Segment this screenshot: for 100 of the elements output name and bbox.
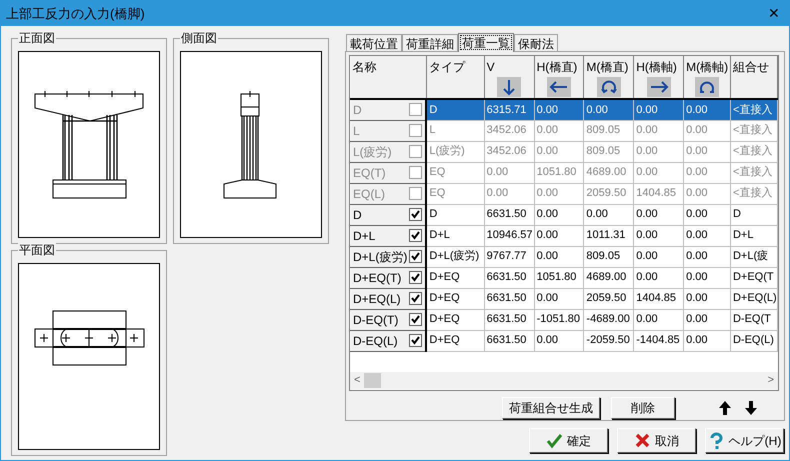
row-header[interactable]: D [350,204,426,225]
table-cell: 0.00 [534,330,584,351]
table-cell: 0.00 [684,330,730,351]
checkbox[interactable] [409,292,422,305]
table-cell: 6631.50 [484,267,534,288]
table-cell: 0.00 [484,183,534,204]
table-cell: 0.00 [634,204,684,225]
row-name: D [353,102,362,119]
table-cell: 0.00 [684,204,730,225]
table-cell: 6315.71 [484,99,534,120]
table-cell: 3452.06 [484,120,534,141]
header-label: H(橋軸) [635,59,678,76]
header-label: M(橋軸) [685,59,730,76]
table-cell: 0.00 [684,120,730,141]
checkbox[interactable] [409,250,422,263]
table-cell: D+EQ(L) [730,288,778,309]
cancel-button[interactable]: 取消 [617,428,696,453]
table-cell: -4689.00 [584,309,634,330]
table-cell: 1011.31 [584,225,634,246]
row-name: D-EQ(T) [353,312,398,328]
table-cell: <直接入 [730,162,778,183]
table-cell: EQ [426,183,484,204]
group-title: 正面図 [18,31,56,45]
table-cell: 3452.06 [484,141,534,162]
row-name: D+EQ(T) [353,270,402,286]
table-cell: 4689.00 [584,162,634,183]
table-cell: 809.05 [584,120,634,141]
table-cell: 0.00 [684,141,730,162]
table-cell: D+L(疲 [730,246,778,267]
ok-button[interactable]: 確定 [529,428,608,453]
cross-icon [634,432,651,449]
tab[interactable]: 荷重一覧 [458,33,514,52]
tab[interactable]: 保耐法 [514,34,558,51]
checkbox[interactable] [409,334,422,347]
table-cell: 0.00 [634,162,684,183]
table-cell: 10946.57 [484,225,534,246]
table-cell: D+EQ [426,309,484,330]
table-cell: -1404.85 [634,330,684,351]
window-title: 上部工反力の入力(橋脚) [6,4,145,23]
table-cell: 0.00 [634,99,684,120]
table-cell: 0.00 [584,204,634,225]
table-cell: 0.00 [684,162,730,183]
table-cell: 1404.85 [634,183,684,204]
table-cell: 809.05 [584,141,634,162]
row-name: D+L [353,228,376,244]
up-arrow-icon[interactable] [719,401,731,415]
table-cell: 0.00 [534,204,584,225]
row-name: L(疲労) [353,144,392,160]
table-cell: 9767.77 [484,246,534,267]
checkbox[interactable] [409,313,422,326]
table-cell: D [730,204,778,225]
table-cell: 0.00 [534,246,584,267]
table-cell: 4689.00 [584,267,634,288]
down-arrow-icon[interactable] [745,401,757,415]
checkbox[interactable] [409,271,422,284]
row-header[interactable]: D+L [350,225,426,246]
row-header[interactable]: D-EQ(T) [350,309,426,330]
row-name: D+EQ(L) [353,290,401,308]
table-cell: 0.00 [684,288,730,309]
row-header[interactable]: D-EQ(L) [350,330,426,351]
table-cell: <直接入 [730,183,778,204]
row-name: EQ(L) [353,186,386,202]
header-label: 組合せ [732,59,770,76]
table-cell: 0.00 [634,141,684,162]
checkbox[interactable] [409,208,422,221]
action-button[interactable]: 荷重組合せ生成 [502,397,600,419]
scroll-right-arrow[interactable]: > [768,372,774,389]
table-cell: -2059.50 [584,330,634,351]
row-header[interactable]: D+EQ(T) [350,267,426,288]
table-cell: 6631.50 [484,330,534,351]
header-label: 名称 [352,59,378,76]
action-button[interactable]: 削除 [611,397,675,419]
scroll-thumb[interactable] [364,373,381,388]
scroll-left-arrow[interactable]: < [354,372,364,389]
table-cell: 0.00 [534,99,584,120]
help-button[interactable]: ヘルプ(H) [705,428,784,453]
horizontal-scrollbar[interactable]: < > [350,372,778,389]
tab[interactable]: 載荷位置 [346,34,402,51]
row-header[interactable]: D+L(疲労) [350,246,426,267]
table-cell: D [426,99,484,120]
table-cell: EQ [426,162,484,183]
table-cell: 2059.50 [584,183,634,204]
table-cell: 6631.50 [484,288,534,309]
table-cell: 2059.50 [584,288,634,309]
row-name: D+L(疲労) [353,248,408,266]
table-cell: 0.00 [684,225,730,246]
table-cell: D [426,204,484,225]
table-cell: 1051.80 [534,162,584,183]
table-cell: L(疲労) [426,141,484,162]
table-cell: 0.00 [584,99,634,120]
table-cell: 0.00 [634,246,684,267]
checkbox[interactable] [409,229,422,242]
table-cell: 6631.50 [484,204,534,225]
table-cell: L [426,120,484,141]
table-cell: 0.00 [684,183,730,204]
group-title: 側面図 [180,31,218,45]
tab[interactable]: 荷重詳細 [402,34,458,51]
row-header[interactable]: D+EQ(L) [350,288,426,309]
table-cell: D+EQ [426,288,484,309]
close-button[interactable]: ✕ [759,1,789,26]
